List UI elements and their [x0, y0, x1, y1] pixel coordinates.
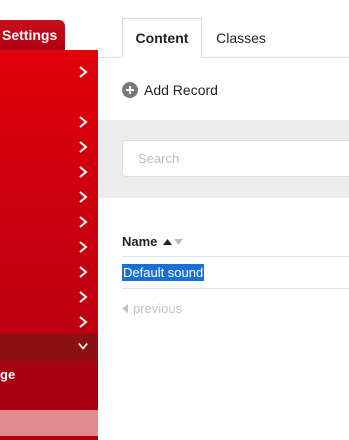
- chevron-down-icon[interactable]: [76, 340, 90, 354]
- add-record-label: Add Record: [144, 82, 218, 98]
- previous-label: previous: [133, 301, 183, 316]
- chevron-right-icon[interactable]: [76, 191, 90, 205]
- chevron-right-icon[interactable]: [76, 216, 90, 230]
- chevron-right-icon[interactable]: [76, 116, 90, 130]
- table-divider: [122, 288, 349, 289]
- previous-page-link[interactable]: previous: [122, 301, 182, 316]
- chevron-right-icon[interactable]: [76, 66, 90, 80]
- sidebar-subitem-active[interactable]: [0, 410, 98, 436]
- add-record-button[interactable]: Add Record: [122, 80, 218, 100]
- tab-content[interactable]: Content: [122, 18, 202, 58]
- sort-descending-icon: [174, 238, 184, 245]
- chevron-right-icon[interactable]: [76, 241, 90, 255]
- chevron-right-icon[interactable]: [76, 166, 90, 180]
- chevron-right-icon[interactable]: [76, 141, 90, 155]
- chevron-right-icon[interactable]: [76, 316, 90, 330]
- tab-content-label: Content: [135, 30, 189, 46]
- column-header-label: Name: [122, 234, 158, 249]
- table-divider: [122, 256, 349, 257]
- tab-classes-label: Classes: [216, 30, 266, 46]
- chevron-right-icon[interactable]: [76, 291, 90, 305]
- sort-ascending-icon: [163, 238, 173, 245]
- sidebar-subitem-label: ge: [0, 367, 16, 382]
- chevron-left-icon: [122, 304, 128, 313]
- table-row[interactable]: Default sound: [122, 264, 205, 281]
- column-header-name[interactable]: Name: [122, 234, 184, 249]
- plus-circle-icon: [122, 82, 138, 98]
- search-input[interactable]: [122, 140, 349, 177]
- sidebar-settings-label: Settings: [2, 27, 58, 43]
- chevron-right-icon[interactable]: [76, 266, 90, 280]
- sidebar-settings-tab[interactable]: Settings: [0, 20, 65, 50]
- tab-classes[interactable]: Classes: [206, 18, 276, 58]
